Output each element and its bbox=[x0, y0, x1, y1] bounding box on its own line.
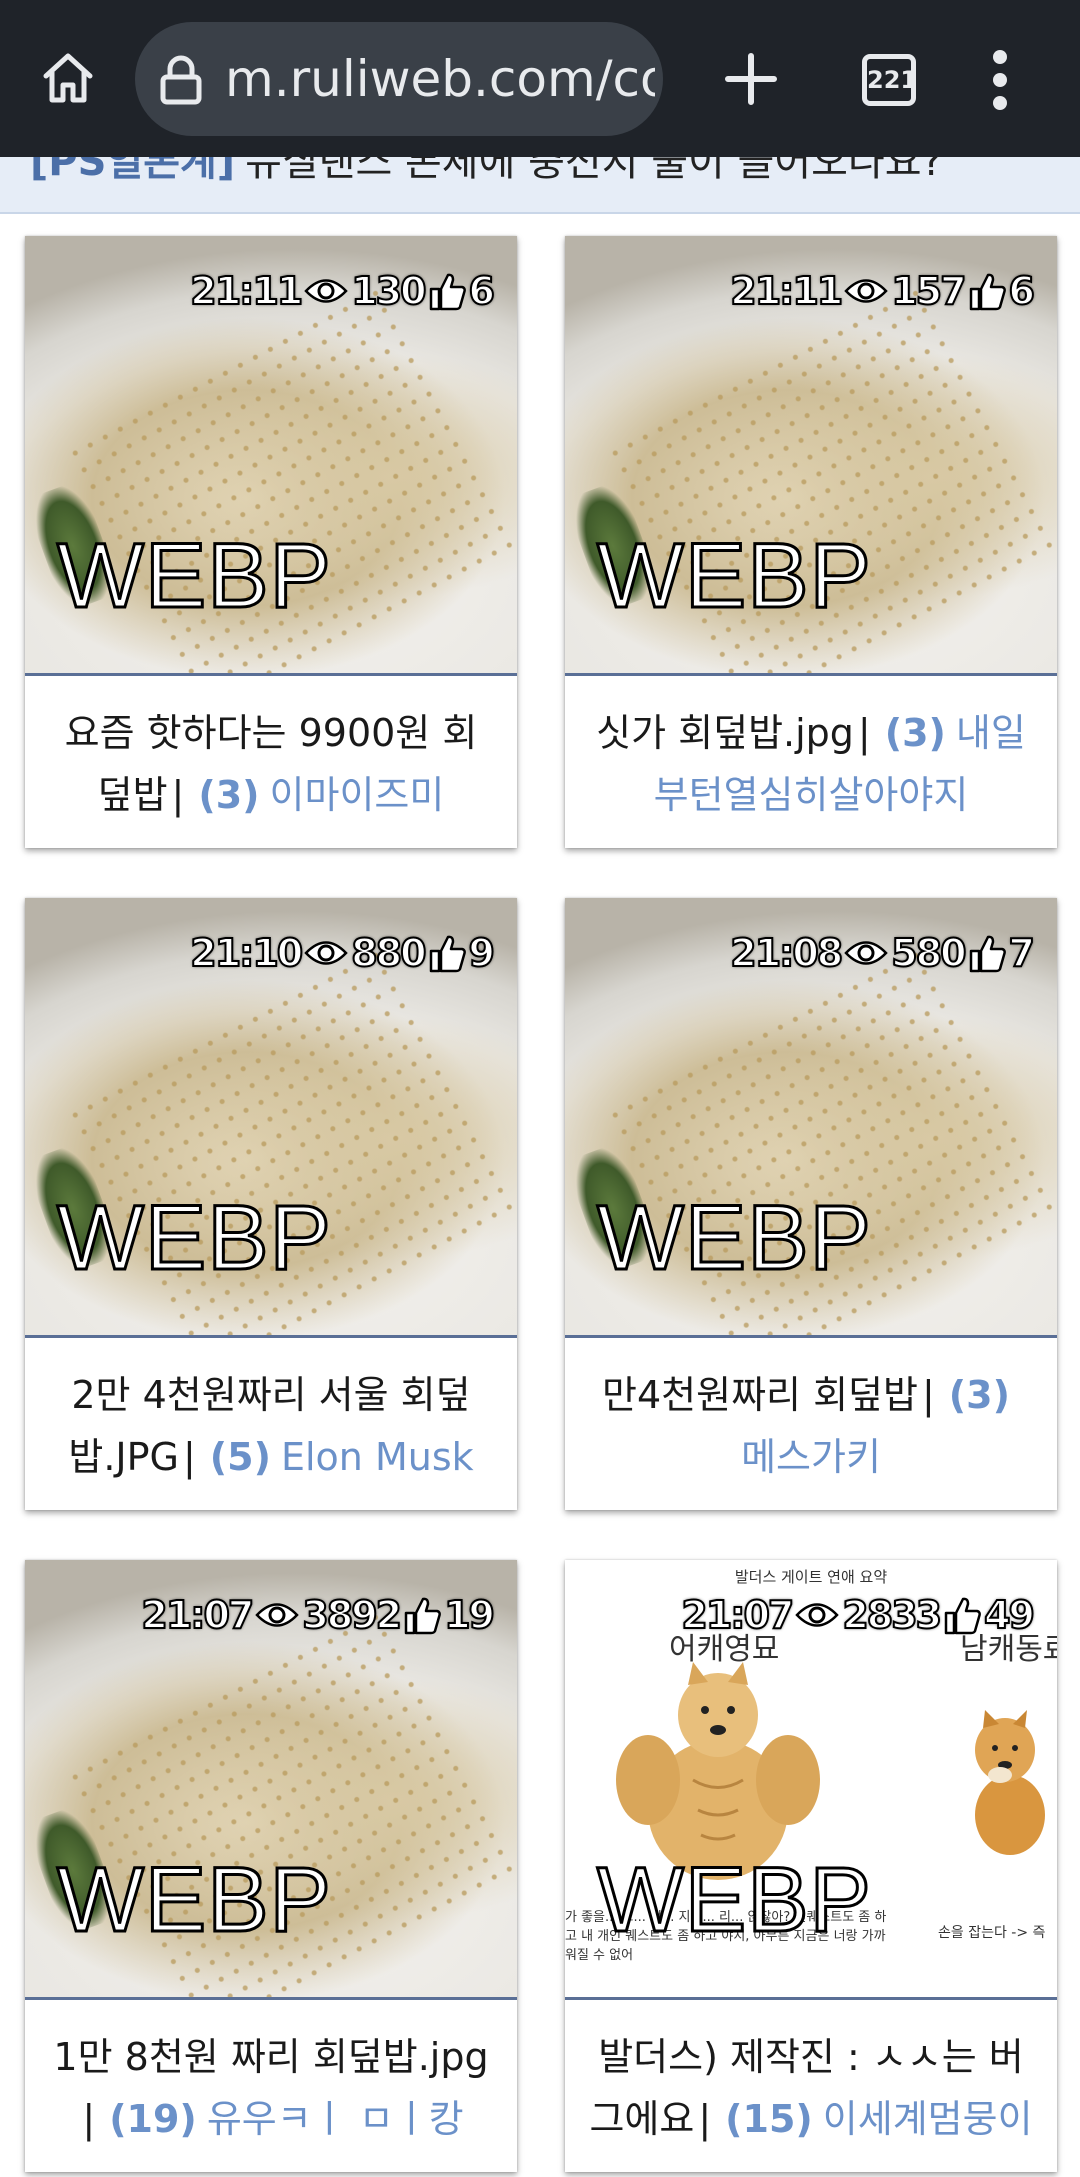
thumbs-up-icon bbox=[968, 933, 1006, 973]
like-count: 7 bbox=[1008, 930, 1037, 976]
post-time: 21:07 bbox=[680, 1592, 795, 1638]
eye-icon bbox=[844, 276, 888, 306]
post-time: 21:11 bbox=[189, 268, 304, 314]
post-stats: 21:08 580 7 bbox=[729, 928, 1037, 978]
view-count: 157 bbox=[890, 268, 967, 314]
post-author[interactable]: Elon Musk bbox=[281, 1435, 474, 1479]
eye-icon bbox=[844, 938, 888, 968]
post-thumbnail[interactable]: 21:10 880 9 WEBP bbox=[25, 898, 517, 1338]
post-caption[interactable]: 발더스) 제작진 : ㅅㅅ는 버그에요 | (15) 이세계멈뭉이 bbox=[565, 2000, 1057, 2172]
thumbs-up-icon bbox=[403, 1595, 442, 1635]
post-author[interactable]: 이세계멈뭉이 bbox=[823, 2097, 1033, 2141]
post-thumbnail[interactable]: 21:07 3892 19 WEBP bbox=[25, 1560, 517, 2000]
comment-count[interactable]: (3) bbox=[949, 1373, 1010, 1417]
url-text: m.ruliweb.com/cor bbox=[225, 50, 655, 108]
post-card[interactable]: 21:11 157 6 WEBP 싯가 회덮밥.jpg | (3) 내일부턴열심히살아… bbox=[565, 236, 1057, 848]
post-caption[interactable]: 2만 4천원짜리 서울 회덮밥.JPG | (5) Elon Musk bbox=[25, 1338, 517, 1510]
like-count: 6 bbox=[1008, 268, 1037, 314]
comment-count[interactable]: (15) bbox=[725, 2097, 813, 2141]
post-author[interactable]: 유우ㅋㅣ ㅁㅣ캉 bbox=[207, 2097, 464, 2141]
sad-doge-icon bbox=[975, 1710, 1045, 1855]
like-count: 19 bbox=[443, 1592, 496, 1638]
post-time: 21:08 bbox=[729, 930, 844, 976]
like-count: 9 bbox=[468, 930, 497, 976]
buff-doge-icon bbox=[616, 1662, 820, 1880]
eye-icon bbox=[795, 1600, 840, 1630]
home-button[interactable] bbox=[30, 40, 106, 116]
post-stats: 21:10 880 9 bbox=[189, 928, 497, 978]
post-stats: 21:07 3892 19 bbox=[140, 1590, 496, 1640]
post-stats: 21:11 130 6 bbox=[189, 266, 497, 316]
post-stats: 21:11 157 6 bbox=[729, 266, 1037, 316]
post-caption[interactable]: 싯가 회덮밥.jpg | (3) 내일부턴열심히살아야지 bbox=[565, 676, 1057, 848]
post-time: 21:07 bbox=[140, 1592, 255, 1638]
comment-count[interactable]: (3) bbox=[885, 711, 946, 755]
post-author[interactable]: 메스가키 bbox=[741, 1435, 881, 1479]
webp-label: WEBP bbox=[596, 1187, 873, 1290]
address-bar[interactable]: m.ruliweb.com/cor bbox=[135, 22, 663, 136]
post-thumbnail[interactable]: 21:08 580 7 WEBP bbox=[565, 898, 1057, 1338]
post-title[interactable]: 만4천원짜리 회덮밥 bbox=[602, 1373, 918, 1417]
post-stats: 21:07 2833 49 bbox=[680, 1590, 1036, 1640]
like-count: 49 bbox=[983, 1592, 1036, 1638]
post-card[interactable]: 발더스 게이트 연애 요약어캐영묘남캐동료가 좋을... 그... 전... 지… bbox=[565, 1560, 1057, 2172]
eye-icon bbox=[304, 276, 348, 306]
post-caption[interactable]: 요즘 핫하다는 9900원 회덮밥 | (3) 이마이즈미 bbox=[25, 676, 517, 848]
view-count: 3892 bbox=[301, 1592, 403, 1638]
post-thumbnail[interactable]: 21:11 130 6 WEBP bbox=[25, 236, 517, 676]
meme-title: 발더스 게이트 연애 요약 bbox=[734, 1568, 888, 1586]
comment-count[interactable]: (19) bbox=[109, 2097, 197, 2141]
more-icon bbox=[993, 50, 1007, 64]
lock-icon bbox=[160, 55, 202, 105]
post-title[interactable]: 싯가 회덮밥.jpg bbox=[596, 711, 854, 755]
post-card[interactable]: 21:10 880 9 WEBP 2만 4천원짜리 서울 회덮밥.JPG | (5)… bbox=[25, 898, 517, 1510]
thumbs-up-icon bbox=[428, 271, 466, 311]
webp-label: WEBP bbox=[56, 1849, 333, 1952]
post-thumbnail[interactable]: 발더스 게이트 연애 요약어캐영묘남캐동료가 좋을... 그... 전... 지… bbox=[565, 1560, 1057, 2000]
view-count: 880 bbox=[350, 930, 427, 976]
view-count: 2833 bbox=[841, 1592, 943, 1638]
thumbs-up-icon bbox=[943, 1595, 982, 1635]
webp-label: WEBP bbox=[56, 525, 333, 628]
post-time: 21:11 bbox=[729, 268, 844, 314]
comment-count[interactable]: (3) bbox=[198, 773, 259, 817]
home-icon bbox=[43, 53, 93, 103]
comment-count[interactable]: (5) bbox=[210, 1435, 271, 1479]
post-author[interactable]: 이마이즈미 bbox=[270, 773, 445, 817]
webp-label: WEBP bbox=[56, 1187, 333, 1290]
post-thumbnail[interactable]: 21:11 157 6 WEBP bbox=[565, 236, 1057, 676]
eye-icon bbox=[304, 938, 348, 968]
meme-caption-right: 손을 잡는다 -> 즉 bbox=[938, 1925, 1046, 1941]
new-tab-button[interactable] bbox=[716, 44, 786, 114]
like-count: 6 bbox=[468, 268, 497, 314]
post-caption[interactable]: 1만 8천원 짜리 회덮밥.jpg| (19) 유우ㅋㅣ ㅁㅣ캉 bbox=[25, 2000, 517, 2172]
tab-switcher-button[interactable]: 221 bbox=[862, 54, 917, 106]
post-title[interactable]: 1만 8천원 짜리 회덮밥.jpg bbox=[53, 2035, 488, 2079]
view-count: 130 bbox=[350, 268, 427, 314]
eye-icon bbox=[255, 1600, 300, 1630]
post-caption[interactable]: 만4천원짜리 회덮밥 | (3)메스가키 bbox=[565, 1338, 1057, 1510]
view-count: 580 bbox=[890, 930, 967, 976]
more-menu-button[interactable] bbox=[980, 50, 1020, 110]
browser-toolbar: m.ruliweb.com/cor 221 bbox=[0, 0, 1080, 157]
webp-label: WEBP bbox=[596, 525, 873, 628]
post-card[interactable]: 21:07 3892 19 WEBP 1만 8천원 짜리 회덮밥.jpg| (19… bbox=[25, 1560, 517, 2172]
thumbs-up-icon bbox=[968, 271, 1006, 311]
webp-label: WEBP bbox=[596, 1849, 873, 1952]
post-card[interactable]: 21:08 580 7 WEBP 만4천원짜리 회덮밥 | (3)메스가키 bbox=[565, 898, 1057, 1510]
post-time: 21:10 bbox=[189, 930, 304, 976]
post-card[interactable]: 21:11 130 6 WEBP 요즘 핫하다는 9900원 회덮밥 | (3) 이마… bbox=[25, 236, 517, 848]
thumbs-up-icon bbox=[428, 933, 466, 973]
